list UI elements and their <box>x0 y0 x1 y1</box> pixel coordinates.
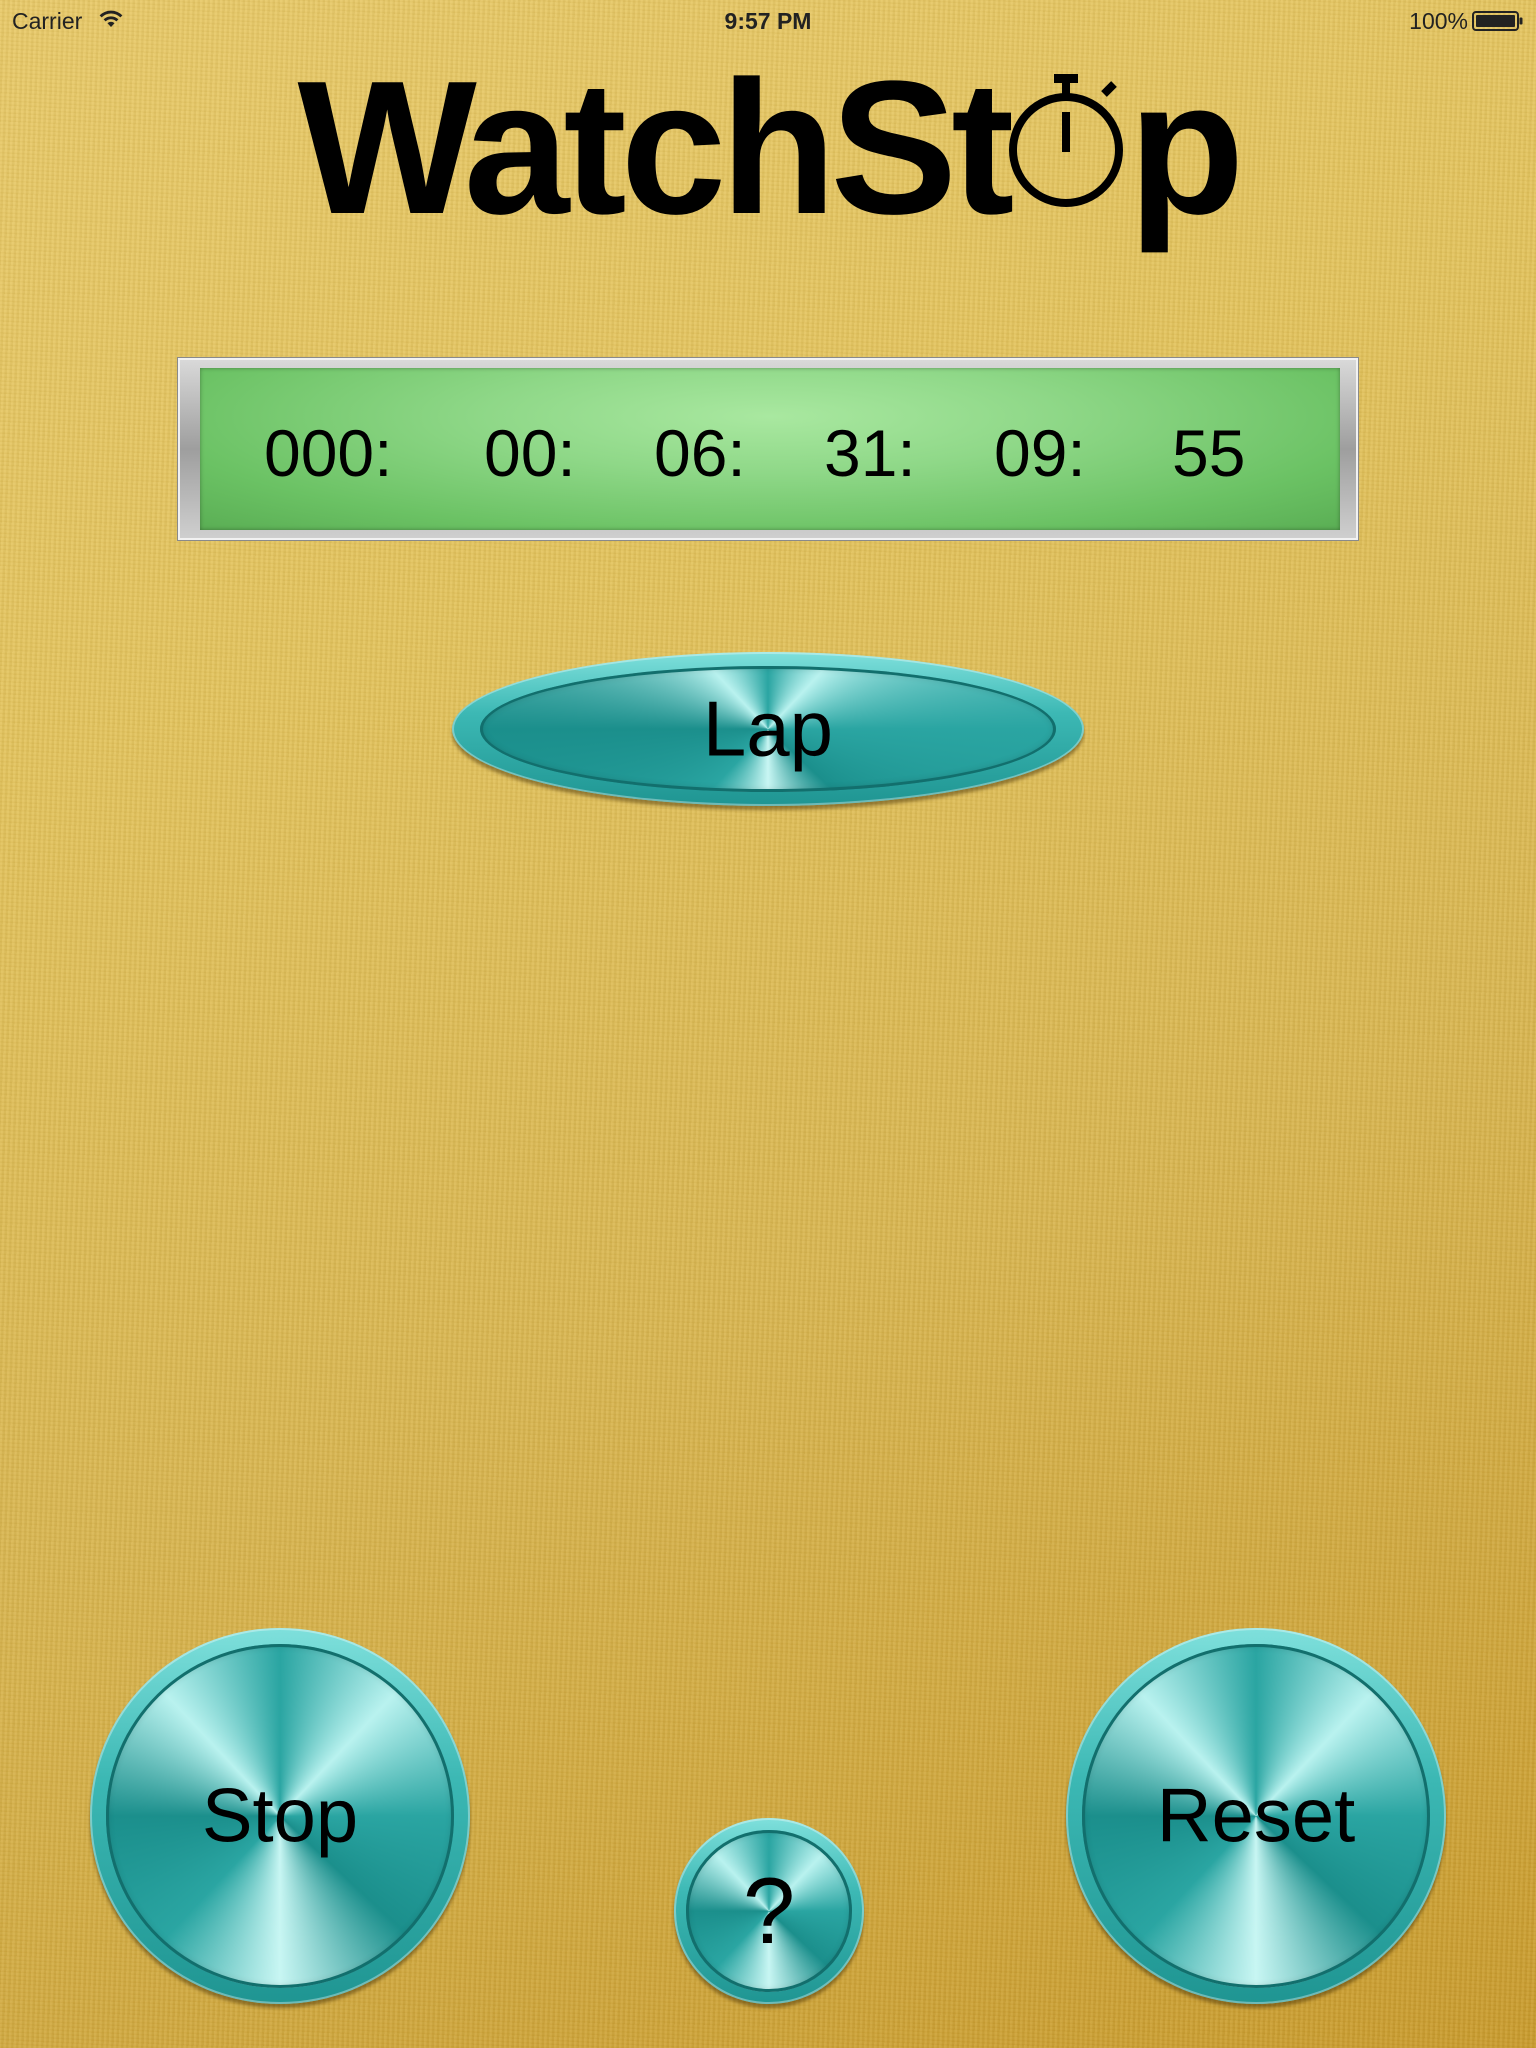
timer-segment-milliseconds: 55 <box>1172 416 1246 490</box>
logo-text-start: WatchSt <box>297 42 1014 254</box>
app-logo: WatchSt p <box>0 48 1536 248</box>
stop-button[interactable]: Stop <box>90 1628 470 2004</box>
lap-button-label: Lap <box>702 684 834 773</box>
help-button[interactable]: ? <box>674 1818 864 2004</box>
help-button-label: ? <box>742 1858 796 1963</box>
timer-segment-days: 000: <box>264 416 393 490</box>
battery-icon <box>1472 11 1523 31</box>
timer-segment-centiseconds: 09: <box>994 416 1086 490</box>
logo-text-end: p <box>1128 42 1244 254</box>
battery-percentage: 100% <box>1409 8 1468 34</box>
logo-wordmark: WatchSt p <box>297 42 1244 254</box>
reset-button-label: Reset <box>1156 1773 1356 1859</box>
timer-segment-seconds: 31: <box>824 416 916 490</box>
timer-display-screen: 000: 00: 06: 31: 09: 55 <box>200 368 1340 530</box>
stopwatch-icon <box>1009 74 1124 207</box>
timer-display: 000: 00: 06: 31: 09: 55 <box>178 358 1358 540</box>
status-bar: Carrier 9:57 PM 100% <box>0 0 1536 40</box>
reset-button[interactable]: Reset <box>1066 1628 1446 2004</box>
timer-segment-hours: 00: <box>484 416 576 490</box>
timer-segment-minutes: 06: <box>654 416 746 490</box>
status-time: 9:57 PM <box>724 8 812 34</box>
stop-button-label: Stop <box>201 1773 359 1859</box>
lap-button[interactable]: Lap <box>452 652 1084 806</box>
